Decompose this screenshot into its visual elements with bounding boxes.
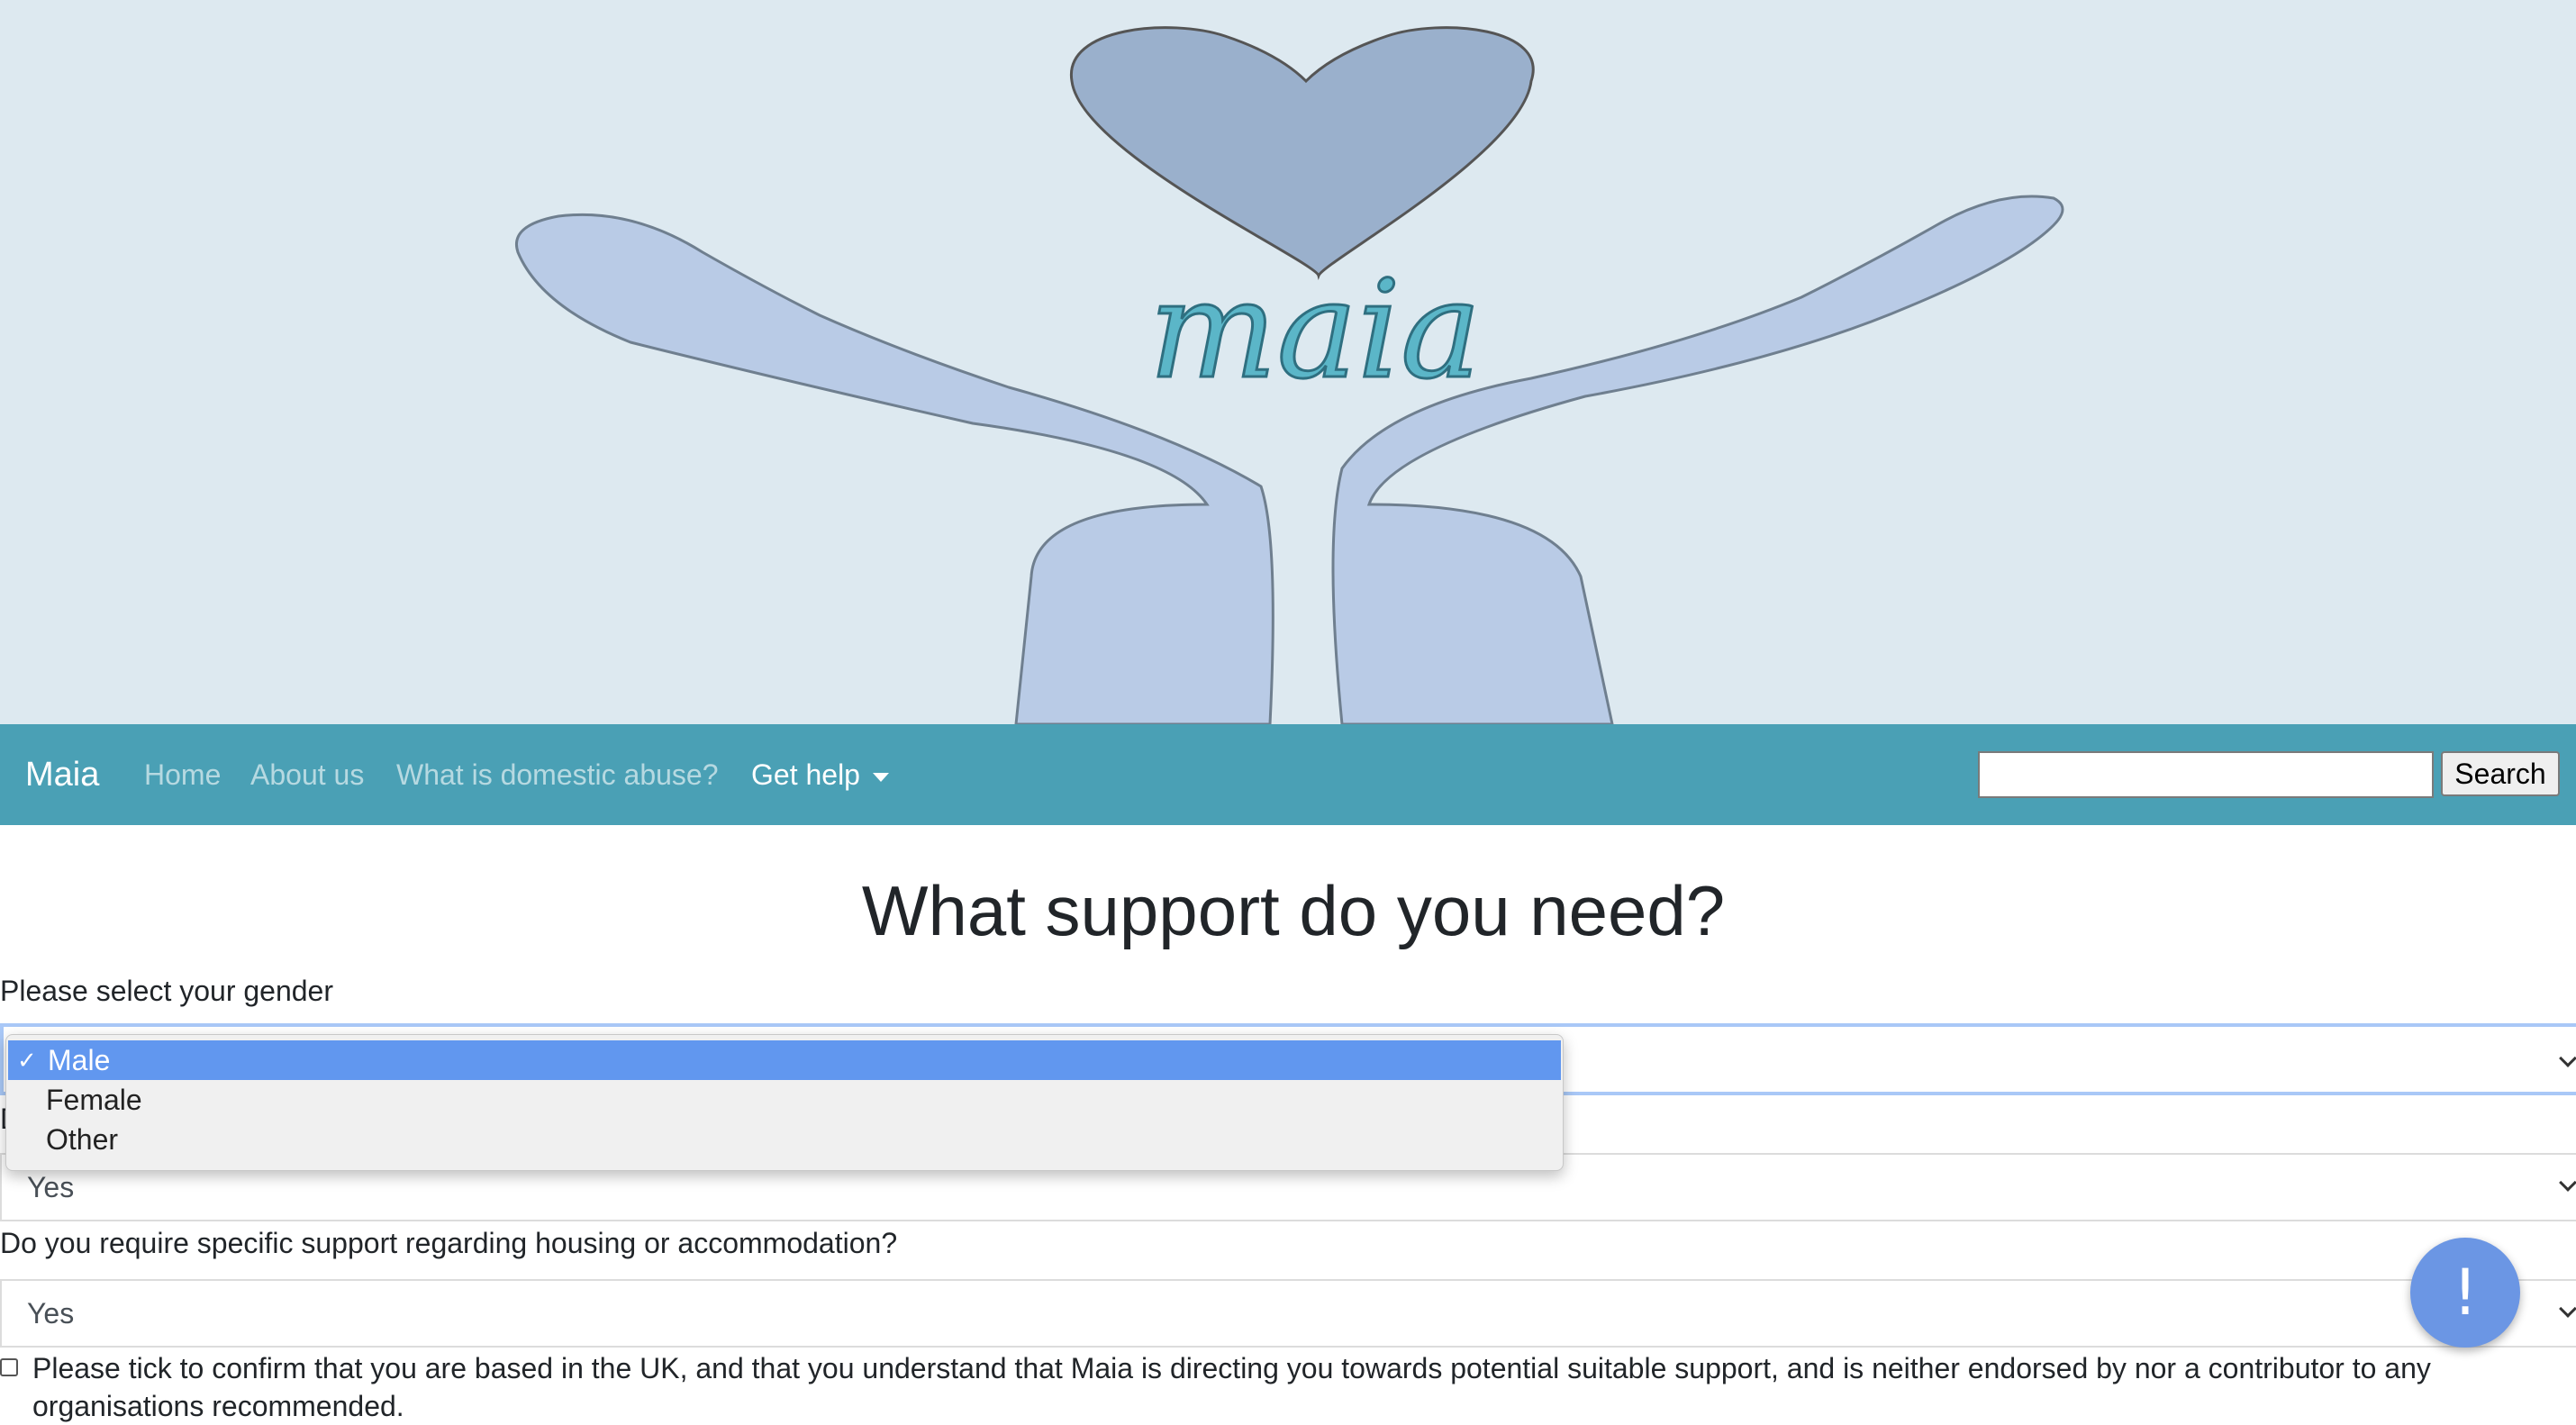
gender-option-label: Other: [46, 1123, 119, 1156]
chevron-down-icon: [2559, 1049, 2576, 1067]
nav-about-us[interactable]: About us: [250, 724, 364, 825]
housing-select[interactable]: Yes: [0, 1279, 2576, 1348]
navbar-brand[interactable]: Maia: [25, 724, 99, 825]
confirm-checkbox[interactable]: [0, 1358, 18, 1376]
gender-dropdown-menu: ✓ Male Female Other: [5, 1034, 1564, 1171]
gender-option-male[interactable]: ✓ Male: [8, 1040, 1561, 1080]
gender-option-female[interactable]: Female: [6, 1080, 1563, 1120]
confirm-text: Please tick to confirm that you are base…: [32, 1352, 2431, 1422]
housing-label: Do you require specific support regardin…: [0, 1227, 898, 1259]
housing-select-value: Yes: [27, 1297, 75, 1330]
gender-option-label: Male: [48, 1044, 111, 1076]
gender-option-other[interactable]: Other: [6, 1120, 1563, 1159]
page-title: What support do you need?: [861, 871, 1726, 950]
exclamation-icon: !: [2452, 1256, 2479, 1330]
chevron-down-icon: [2559, 1174, 2576, 1192]
gender-option-label: Female: [46, 1084, 142, 1116]
maia-logo-illustration: maia: [515, 26, 2064, 724]
caret-down-icon: [872, 772, 889, 782]
nav-get-help-label: Get help: [751, 758, 860, 791]
nav-get-help-dropdown[interactable]: Get help: [751, 724, 889, 825]
nav-what-is-domestic-abuse[interactable]: What is domestic abuse?: [396, 724, 719, 825]
gender-label: Please select your gender: [0, 975, 333, 1007]
chevron-down-icon: [2559, 1300, 2576, 1318]
help-fab-button[interactable]: !: [2410, 1238, 2520, 1348]
hero-banner: maia: [0, 0, 2576, 724]
nav-home[interactable]: Home: [144, 724, 221, 825]
search-input[interactable]: [1978, 751, 2434, 798]
question-select-value: Yes: [27, 1171, 75, 1203]
checkmark-icon: ✓: [17, 1047, 37, 1074]
maia-wordmark: maia: [1148, 252, 1481, 409]
search-button[interactable]: Search: [2441, 751, 2560, 796]
